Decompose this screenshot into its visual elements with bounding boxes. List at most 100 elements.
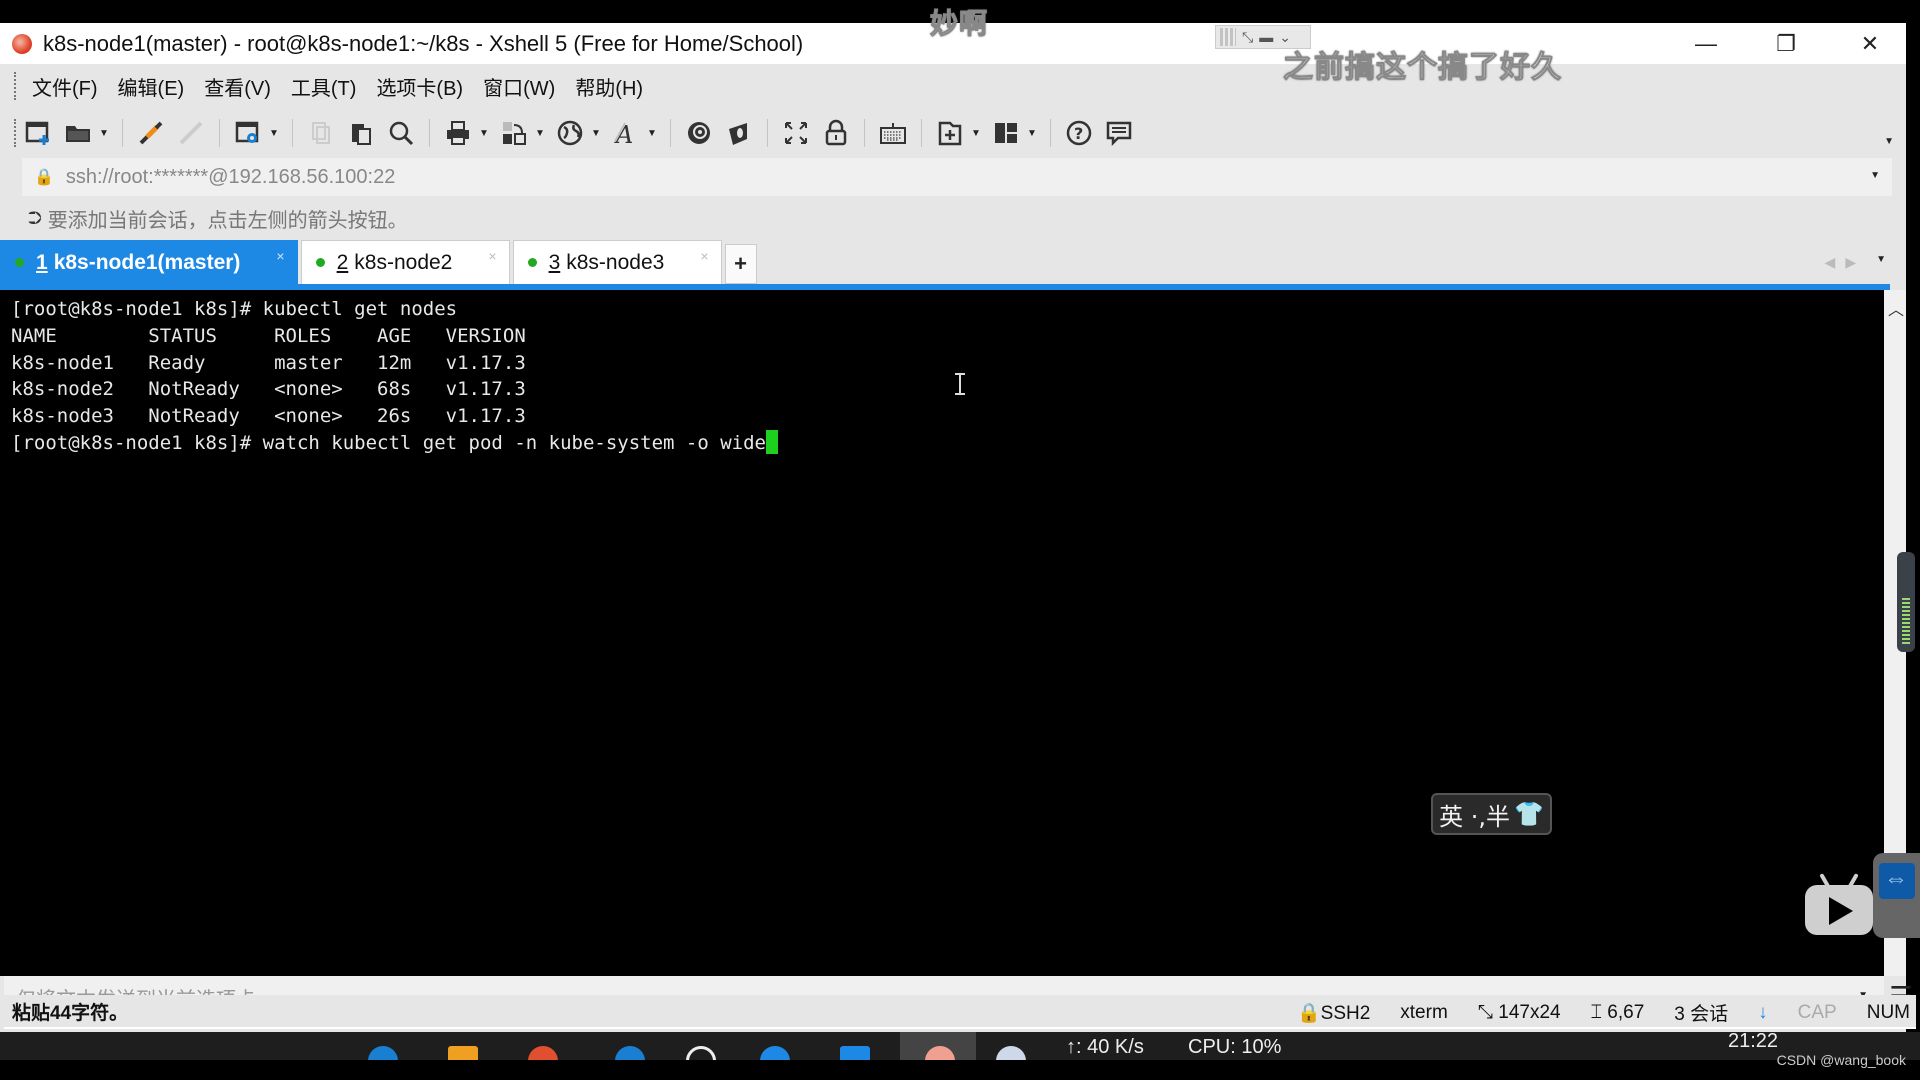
- menu-bar: 文件(F) 编辑(E) 查看(V) 工具(T) 选项卡(B) 窗口(W) 帮助(…: [0, 64, 1906, 108]
- toolbar-separator: [122, 119, 123, 147]
- video-subtitle-top: 妙啊: [929, 7, 989, 41]
- tab-k8s-node3[interactable]: 3 k8s-node3 ×: [512, 240, 722, 284]
- ime-indicator[interactable]: 英 ·,半 👕: [1431, 793, 1552, 835]
- toolbar-grip[interactable]: [14, 119, 18, 147]
- new-session-button[interactable]: [20, 115, 56, 151]
- properties-button[interactable]: [230, 115, 266, 151]
- layout-dropdown[interactable]: ▼: [1026, 128, 1038, 139]
- tab-number: 1: [36, 250, 48, 274]
- menu-tools[interactable]: 工具(T): [291, 72, 357, 101]
- new-tab-dropdown[interactable]: ▼: [970, 128, 982, 139]
- encoding-button[interactable]: [552, 115, 588, 151]
- transfer-dropdown[interactable]: ▼: [534, 128, 546, 139]
- terminal-line: k8s-node2 NotReady <none> 68s v1.17.3: [11, 378, 526, 401]
- fullscreen-button[interactable]: [778, 115, 814, 151]
- download-arrow-icon: ↓: [1758, 1001, 1768, 1023]
- copy-icon: [312, 122, 330, 144]
- terminal-line: [root@k8s-node1 k8s]# kubectl get nodes: [11, 298, 458, 320]
- taskbar-folder-icon[interactable]: [448, 1046, 478, 1060]
- terminal-line: NAME STATUS ROLES AGE VERSION: [11, 324, 526, 347]
- tab-close-icon[interactable]: ×: [700, 248, 708, 264]
- address-bar[interactable]: 🔒 ssh://root:*******@192.168.56.100:22 ▼: [22, 158, 1892, 196]
- minimize-button[interactable]: —: [1666, 23, 1746, 64]
- tab-k8s-node2[interactable]: 2 k8s-node2 ×: [300, 240, 510, 284]
- tab-number: 3: [548, 250, 561, 274]
- taskbar-app-icon[interactable]: [686, 1046, 716, 1060]
- bilibili-play-icon[interactable]: [1805, 873, 1873, 935]
- grip-icon: [1220, 28, 1236, 46]
- layout-button[interactable]: [988, 115, 1024, 151]
- menu-help[interactable]: 帮助(H): [575, 72, 643, 101]
- restore-icon: ❐: [1776, 30, 1796, 56]
- find-button[interactable]: [383, 115, 419, 151]
- font-dropdown[interactable]: ▼: [646, 128, 658, 139]
- add-session-arrow-icon[interactable]: ⮊: [28, 208, 42, 229]
- lock-button[interactable]: [818, 115, 854, 151]
- taskbar-app-icon[interactable]: [368, 1046, 398, 1060]
- chat-button[interactable]: [1101, 115, 1137, 151]
- new-tab-button[interactable]: [932, 115, 968, 151]
- menu-tab[interactable]: 选项卡(B): [376, 72, 463, 101]
- tab-label: k8s-node2: [354, 250, 453, 274]
- clock[interactable]: 21:22: [1728, 1032, 1778, 1053]
- xmanager-button[interactable]: [721, 115, 757, 151]
- teamviewer-widget[interactable]: [1873, 853, 1920, 938]
- menu-file[interactable]: 文件(F): [32, 72, 98, 101]
- keyboard-button[interactable]: [875, 115, 911, 151]
- print-dropdown[interactable]: ▼: [478, 128, 490, 139]
- terminal-cursor: [765, 429, 778, 454]
- net-speed: ↑: 40 K/s: [1066, 1036, 1144, 1058]
- minimize-widget-icon[interactable]: ▬: [1259, 29, 1273, 45]
- open-button[interactable]: [60, 115, 96, 151]
- transfer-button[interactable]: [496, 115, 532, 151]
- lock-icon: 🔒: [1296, 1002, 1321, 1024]
- close-button[interactable]: ✕: [1830, 23, 1910, 64]
- encoding-dropdown[interactable]: ▼: [590, 128, 602, 139]
- font-button[interactable]: A: [608, 115, 644, 151]
- connect-icon: [139, 121, 163, 145]
- taskbar-app-icon[interactable]: [615, 1046, 645, 1060]
- scroll-up-icon[interactable]: ︿: [1888, 296, 1904, 320]
- tab-close-icon[interactable]: ×: [276, 248, 284, 264]
- tab-close-icon[interactable]: ×: [488, 248, 496, 264]
- tab-next-icon[interactable]: ▶: [1845, 254, 1856, 271]
- toolbar-separator: [429, 119, 430, 147]
- open-dropdown[interactable]: ▼: [98, 128, 110, 139]
- toolbar-separator: [292, 119, 293, 147]
- taskbar-app-icon[interactable]: [528, 1046, 558, 1060]
- add-tab-button[interactable]: +: [724, 244, 757, 284]
- tab-k8s-node1[interactable]: 1 k8s-node1(master) ×: [0, 240, 298, 284]
- help-button[interactable]: ?: [1061, 115, 1097, 151]
- taskbar-app-icon[interactable]: [996, 1046, 1026, 1060]
- collapse-icon[interactable]: ⤡: [1242, 29, 1253, 46]
- taskbar-app-icon[interactable]: [840, 1046, 870, 1060]
- menu-view[interactable]: 查看(V): [204, 72, 271, 101]
- volume-widget[interactable]: [1897, 552, 1915, 652]
- menu-grip[interactable]: [14, 72, 18, 100]
- print-button[interactable]: [440, 115, 476, 151]
- terminal-output[interactable]: [root@k8s-node1 k8s]# kubectl get nodes …: [0, 290, 1884, 976]
- toolbar-overflow-button[interactable]: ▼: [1884, 136, 1894, 147]
- tab-list-dropdown[interactable]: ▼: [1876, 254, 1886, 271]
- status-caps-lock: CAP: [1797, 1001, 1837, 1023]
- search-icon: [389, 121, 414, 146]
- disconnect-icon: [179, 121, 203, 145]
- session-hint-bar: ⮊ 要添加当前会话，点击左侧的箭头按钮。: [0, 196, 1906, 240]
- tab-prev-icon[interactable]: ◀: [1825, 254, 1836, 271]
- connect-button[interactable]: [133, 115, 169, 151]
- disconnect-button[interactable]: [173, 115, 209, 151]
- address-input[interactable]: ssh://root:*******@192.168.56.100:22: [66, 166, 395, 189]
- menu-window[interactable]: 窗口(W): [483, 72, 555, 101]
- copy-button[interactable]: [303, 115, 339, 151]
- paste-button[interactable]: [343, 115, 379, 151]
- properties-dropdown[interactable]: ▼: [268, 128, 280, 139]
- xftp-button[interactable]: [681, 115, 717, 151]
- paste-icon: [352, 124, 371, 145]
- cursor-pos-icon: ⌶: [1590, 1001, 1608, 1023]
- restore-button[interactable]: ❐: [1746, 23, 1826, 64]
- status-num-lock: NUM: [1866, 1001, 1910, 1023]
- menu-edit[interactable]: 编辑(E): [118, 72, 185, 101]
- help-icon: ?: [1066, 120, 1092, 146]
- taskbar-app-icon[interactable]: [760, 1046, 790, 1060]
- address-dropdown[interactable]: ▼: [1870, 170, 1880, 181]
